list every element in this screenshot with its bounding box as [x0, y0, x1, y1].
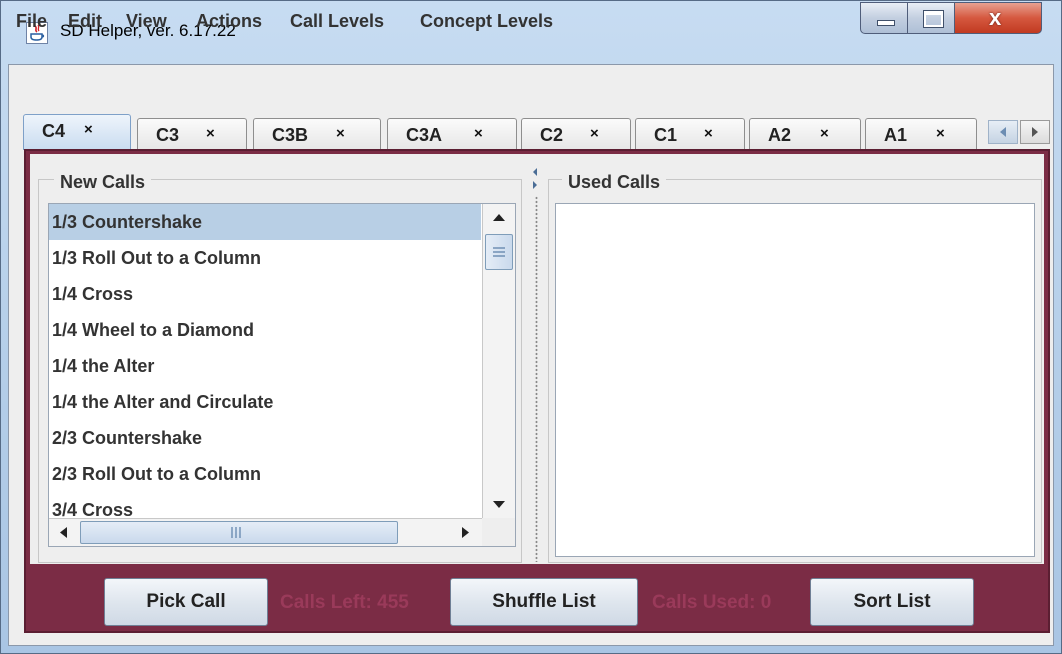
pick-call-button[interactable]: Pick Call	[104, 578, 268, 626]
new-calls-list[interactable]: 1/3 Countershake 1/3 Roll Out to a Column…	[49, 204, 481, 518]
list-item[interactable]: 1/3 Countershake	[49, 204, 481, 240]
menu-call-levels[interactable]: Call Levels	[290, 11, 384, 32]
menu-file[interactable]: File	[16, 11, 47, 32]
list-item-label: 1/4 Wheel to a Diamond	[52, 320, 255, 340]
tab-label: C1	[654, 125, 678, 145]
list-item[interactable]: 2/3 Countershake	[49, 420, 481, 456]
tab-close-icon[interactable]: ×	[84, 121, 93, 138]
tab-close-icon[interactable]: ×	[336, 125, 345, 142]
tab-a2[interactable]: A2 ×	[749, 118, 861, 150]
tab-label: C2	[540, 125, 564, 145]
scroll-down-button[interactable]	[483, 490, 515, 518]
tab-close-icon[interactable]: ×	[820, 125, 829, 142]
tab-label: C3B	[272, 125, 309, 145]
tab-close-icon[interactable]: ×	[590, 125, 599, 142]
tab-label: A1	[884, 125, 908, 145]
sort-list-button[interactable]: Sort List	[810, 578, 974, 626]
tab-c3a[interactable]: C3A ×	[387, 118, 517, 150]
tab-label: C4	[42, 121, 66, 141]
list-item-label: 1/3 Countershake	[52, 212, 203, 232]
tab-label: A2	[768, 125, 792, 145]
list-item[interactable]: 1/3 Roll Out to a Column	[49, 240, 481, 276]
scroll-up-button[interactable]	[483, 204, 515, 232]
close-icon: x	[989, 5, 1002, 30]
tab-scroll-right-button[interactable]	[1020, 120, 1050, 144]
tab-c2[interactable]: C2 ×	[521, 118, 631, 150]
tab-c3[interactable]: C3 ×	[137, 118, 247, 150]
list-item[interactable]: 1/4 the Alter	[49, 348, 481, 384]
collapse-arrows-icon	[533, 168, 537, 189]
list-item-label: 3/4 Cross	[52, 500, 134, 518]
list-item[interactable]: 3/4 Cross	[49, 492, 481, 518]
list-item-label: 1/4 Cross	[52, 284, 134, 304]
menu-concept-levels[interactable]: Concept Levels	[420, 11, 553, 32]
menu-bar	[9, 65, 1053, 107]
list-item[interactable]: 1/4 Cross	[49, 276, 481, 312]
scroll-left-button[interactable]	[49, 519, 79, 546]
list-item[interactable]: 2/3 Roll Out to a Column	[49, 456, 481, 492]
tab-scroll-left-button[interactable]	[988, 120, 1018, 144]
scroll-right-arrow-icon	[1032, 127, 1038, 137]
vertical-scroll-thumb[interactable]	[485, 234, 513, 270]
tab-c4[interactable]: C4 ×	[23, 114, 131, 150]
tab-label: C3	[156, 125, 180, 145]
list-item-label: 2/3 Roll Out to a Column	[52, 464, 262, 484]
tab-close-icon[interactable]: ×	[704, 125, 713, 142]
calls-used-label: Calls Used: 0	[652, 592, 772, 613]
scroll-right-button[interactable]	[450, 519, 480, 546]
tab-label: C3A	[406, 125, 443, 145]
list-item-label: 2/3 Countershake	[52, 428, 203, 448]
list-item-label: 1/4 the Alter	[52, 356, 155, 376]
shuffle-list-button[interactable]: Shuffle List	[450, 578, 638, 626]
list-item-label: 1/3 Roll Out to a Column	[52, 248, 262, 268]
menu-actions[interactable]: Actions	[196, 11, 262, 32]
menu-view[interactable]: View	[126, 11, 167, 32]
tab-c1[interactable]: C1 ×	[635, 118, 745, 150]
list-item[interactable]: 1/4 the Alter and Circulate	[49, 384, 481, 420]
scroll-left-arrow-icon	[60, 527, 67, 538]
horizontal-scroll-thumb[interactable]	[80, 521, 398, 544]
tab-close-icon[interactable]: ×	[206, 125, 215, 142]
list-item[interactable]: 1/4 Wheel to a Diamond	[49, 312, 481, 348]
scroll-down-arrow-icon	[493, 501, 505, 508]
scroll-up-arrow-icon	[493, 214, 505, 221]
used-calls-title: Used Calls	[562, 172, 667, 193]
minimize-button[interactable]	[860, 2, 908, 34]
new-calls-title: New Calls	[54, 172, 152, 193]
close-button[interactable]: x	[954, 2, 1042, 34]
tab-a1[interactable]: A1 ×	[865, 118, 977, 150]
calls-left-label: Calls Left: 455	[280, 592, 409, 613]
level-tabs: C4 × C3 × C3B × C3A × C2 × C1 × A2 × A1 …	[9, 108, 1053, 150]
scroll-left-arrow-icon	[1000, 127, 1006, 137]
divider-grip	[535, 196, 538, 562]
minimize-icon	[877, 20, 895, 26]
menu-edit[interactable]: Edit	[68, 11, 102, 32]
list-item-label: 1/4 the Alter and Circulate	[52, 392, 274, 412]
maximize-icon	[923, 10, 944, 28]
grip-icon	[231, 527, 241, 538]
tab-close-icon[interactable]: ×	[474, 125, 483, 142]
tab-close-icon[interactable]: ×	[936, 125, 945, 142]
used-calls-list[interactable]	[555, 203, 1035, 557]
tab-c3b[interactable]: C3B ×	[253, 118, 381, 150]
grip-icon	[493, 247, 505, 257]
maximize-button[interactable]	[907, 2, 955, 34]
scroll-right-arrow-icon	[462, 527, 469, 538]
scrollbar-corner	[482, 518, 515, 546]
